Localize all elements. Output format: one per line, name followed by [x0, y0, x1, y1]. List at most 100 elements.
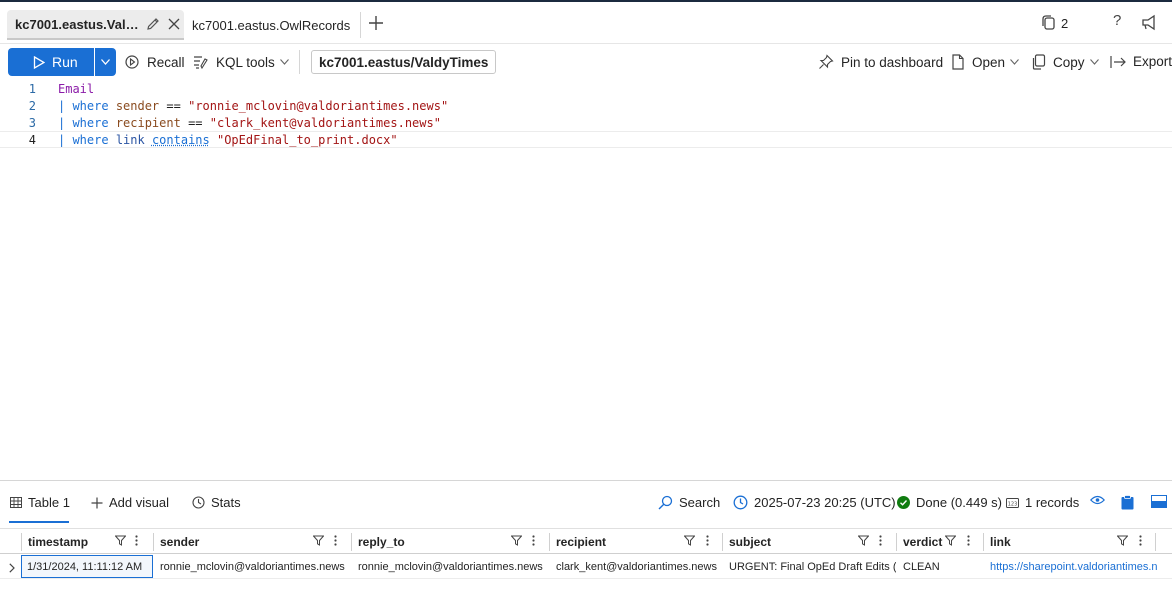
clipboard-icon[interactable] [1121, 495, 1134, 510]
more-options-icon[interactable] [967, 535, 970, 549]
column-header-verdict[interactable]: verdict [897, 529, 983, 555]
filter-icon[interactable] [683, 535, 696, 549]
editor-line: 3 | where recipient == "clark_kent@valdo… [0, 114, 1172, 131]
column-header-reply-to[interactable]: reply_to [352, 529, 548, 555]
more-options-icon[interactable] [135, 535, 138, 549]
add-visual-button[interactable]: Add visual [91, 495, 169, 510]
table-cell-recipient[interactable]: clark_kent@valdoriantimes.news [550, 554, 722, 579]
recall-label: Recall [147, 54, 185, 70]
pin-icon [818, 54, 834, 70]
column-divider [1155, 533, 1156, 551]
column-label: timestamp [28, 535, 89, 549]
search-label: Search [679, 495, 721, 510]
filter-icon[interactable] [857, 535, 870, 549]
open-menu[interactable]: Open [951, 54, 1019, 70]
table-cell-reply-to[interactable]: ronnie_mclovin@valdoriantimes.news [352, 554, 548, 579]
column-label: recipient [556, 535, 607, 549]
more-options-icon[interactable] [706, 535, 709, 549]
feedback-icon[interactable] [1140, 14, 1158, 35]
tab-table-1[interactable]: Table 1 [10, 495, 70, 510]
close-icon[interactable] [167, 17, 181, 34]
tab-owlrecords[interactable]: kc7001.eastus.OwlRecords [192, 10, 350, 40]
filter-icon[interactable] [312, 535, 325, 549]
records-count: 123 1 records [1006, 495, 1079, 510]
plus-icon [91, 497, 103, 509]
table-cell-sender[interactable]: ronnie_mclovin@valdoriantimes.news [154, 554, 350, 579]
operator: == [188, 115, 203, 130]
filter-icon[interactable] [944, 535, 957, 549]
open-label: Open [972, 54, 1006, 70]
more-options-icon[interactable] [334, 535, 337, 549]
active-tab-indicator [9, 521, 69, 523]
help-icon[interactable]: ? [1113, 12, 1121, 29]
string-literal: "clark_kent@valdoriantimes.news" [209, 115, 441, 130]
run-options-dropdown[interactable] [95, 48, 116, 76]
column-label: link [990, 535, 1011, 549]
column-header-recipient[interactable]: recipient [550, 529, 722, 555]
records-label: 1 records [1025, 495, 1080, 510]
pin-to-dashboard-button[interactable]: Pin to dashboard [818, 54, 943, 70]
kql-tools-icon [193, 54, 209, 70]
table-cell-verdict[interactable]: CLEAN [897, 554, 983, 579]
pipe-operator: | [58, 98, 73, 113]
more-options-icon[interactable] [879, 535, 882, 549]
chevron-down-icon [1089, 59, 1099, 65]
query-editor[interactable]: 1 Email 2 | where sender == "ronnie_mclo… [0, 80, 1172, 480]
chevron-down-icon [1010, 59, 1019, 65]
line-number: 4 [28, 132, 36, 147]
layout-icon[interactable] [1151, 495, 1167, 508]
column-name: recipient [115, 115, 181, 130]
filter-icon[interactable] [510, 535, 523, 549]
chevron-right-icon[interactable] [9, 561, 15, 576]
search-button[interactable]: Search [658, 495, 720, 510]
run-button[interactable]: Run [8, 48, 94, 76]
kql-tools-menu[interactable]: KQL tools [193, 54, 289, 70]
run-label: Run [52, 54, 78, 70]
database-selector[interactable]: kc7001.eastus/ValdyTimes [311, 50, 497, 74]
string-literal: "OpEdFinal_to_print.docx" [216, 132, 398, 147]
stats-button[interactable]: Stats [192, 495, 241, 510]
column-name: sender [115, 98, 160, 113]
table-name: Email [58, 81, 95, 96]
column-header-link[interactable]: link [984, 529, 1154, 555]
filter-icon[interactable] [114, 535, 127, 549]
copies-icon[interactable] [1040, 14, 1058, 35]
filter-icon[interactable] [1116, 535, 1129, 549]
editor-line: 2 | where sender == "ronnie_mclovin@vald… [0, 97, 1172, 114]
pipe-operator: | [58, 132, 73, 147]
table-cell-timestamp[interactable]: 1/31/2024, 11:11:12 AM [21, 555, 153, 578]
recall-button[interactable]: Recall [124, 54, 185, 70]
document-icon [951, 54, 965, 70]
editor-line: 1 Email [0, 80, 1172, 97]
table-cell-link[interactable]: https://sharepoint.valdoriantimes.n [984, 554, 1172, 579]
column-label: reply_to [358, 535, 405, 549]
recall-icon [124, 54, 140, 70]
column-header-sender[interactable]: sender [154, 529, 350, 555]
column-header-subject[interactable]: subject [723, 529, 896, 555]
pencil-icon[interactable] [145, 16, 161, 35]
add-visual-label: Add visual [109, 495, 169, 510]
query-toolbar: Run Recall KQL tools kc7001.eastus/Valdy… [0, 44, 1172, 80]
export-icon [1110, 55, 1126, 69]
pipe-operator: | [58, 115, 73, 130]
copies-count: 2 [1061, 16, 1069, 31]
play-icon [33, 56, 45, 69]
eye-icon[interactable] [1090, 495, 1105, 505]
tab-valdytimes[interactable]: kc7001.eastus.Valdy... [7, 10, 184, 40]
table-row[interactable]: 1/31/2024, 11:11:12 AM ronnie_mclovin@va… [0, 554, 1172, 579]
status-label: Done (0.449 s) [916, 495, 1002, 510]
string-literal: "ronnie_mclovin@valdoriantimes.news" [188, 98, 449, 113]
clock-icon [733, 495, 748, 510]
copy-menu[interactable]: Copy [1032, 54, 1099, 70]
column-header-timestamp[interactable]: timestamp [22, 529, 152, 555]
table-cell-subject[interactable]: URGENT: Final OpEd Draft Edits (Pi [723, 554, 896, 579]
chevron-down-icon [101, 59, 110, 65]
add-tab-icon[interactable] [366, 13, 386, 33]
more-options-icon[interactable] [1139, 535, 1142, 549]
check-circle-icon [897, 496, 910, 509]
export-button[interactable]: Export [1110, 54, 1172, 69]
keyword: where [72, 115, 109, 130]
more-options-icon[interactable] [532, 535, 535, 549]
search-icon [658, 495, 673, 510]
results-toolbar: Table 1 Add visual Stats Search 2025-07-… [0, 480, 1172, 525]
